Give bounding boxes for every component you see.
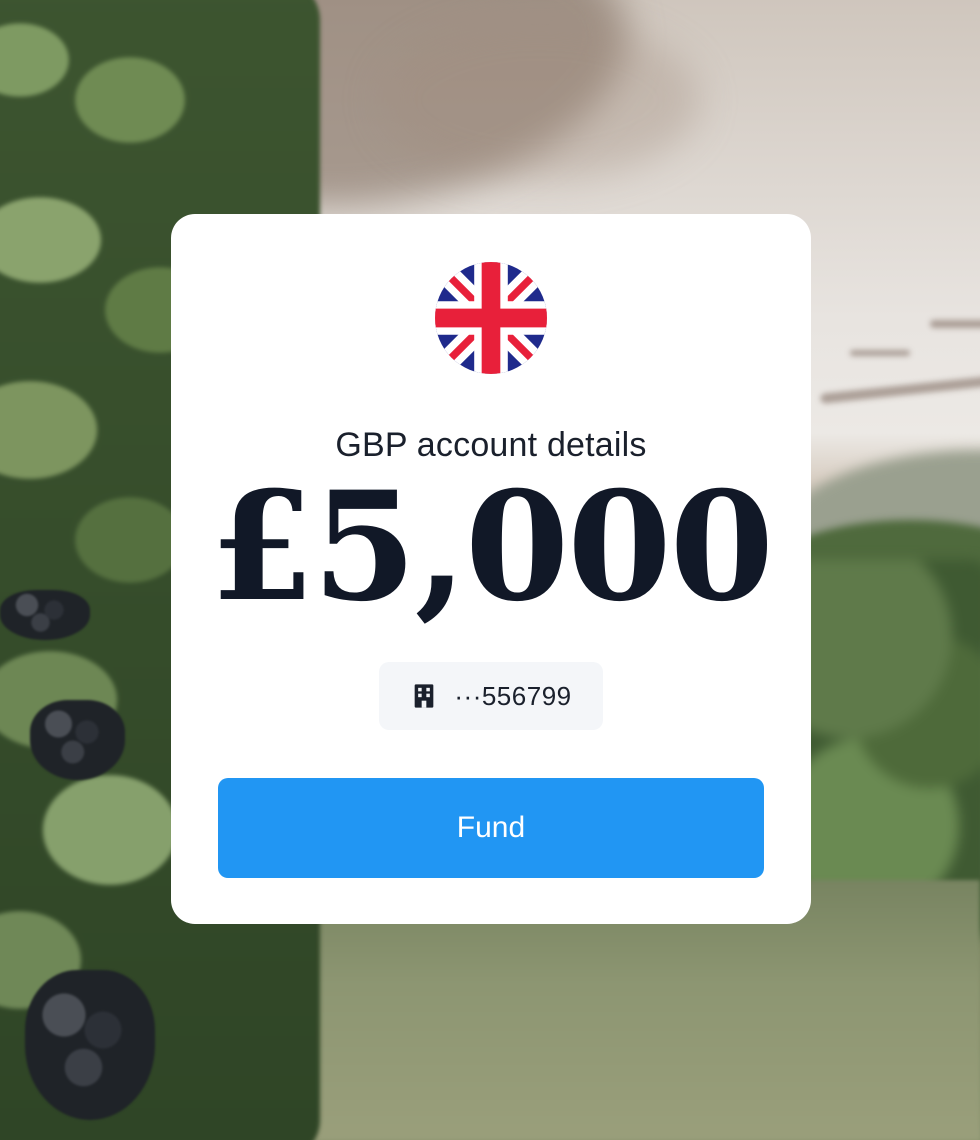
fund-button[interactable]: Fund [218,778,764,878]
account-number: ···556799 [454,680,572,711]
account-balance: £5,000 [209,459,774,635]
bank-building-icon [415,684,434,708]
united-kingdom-flag-icon [435,262,547,374]
account-number-chip[interactable]: ···556799 [379,662,603,730]
account-card: GBP account details £5,000 ···556799 Fun… [171,214,811,924]
